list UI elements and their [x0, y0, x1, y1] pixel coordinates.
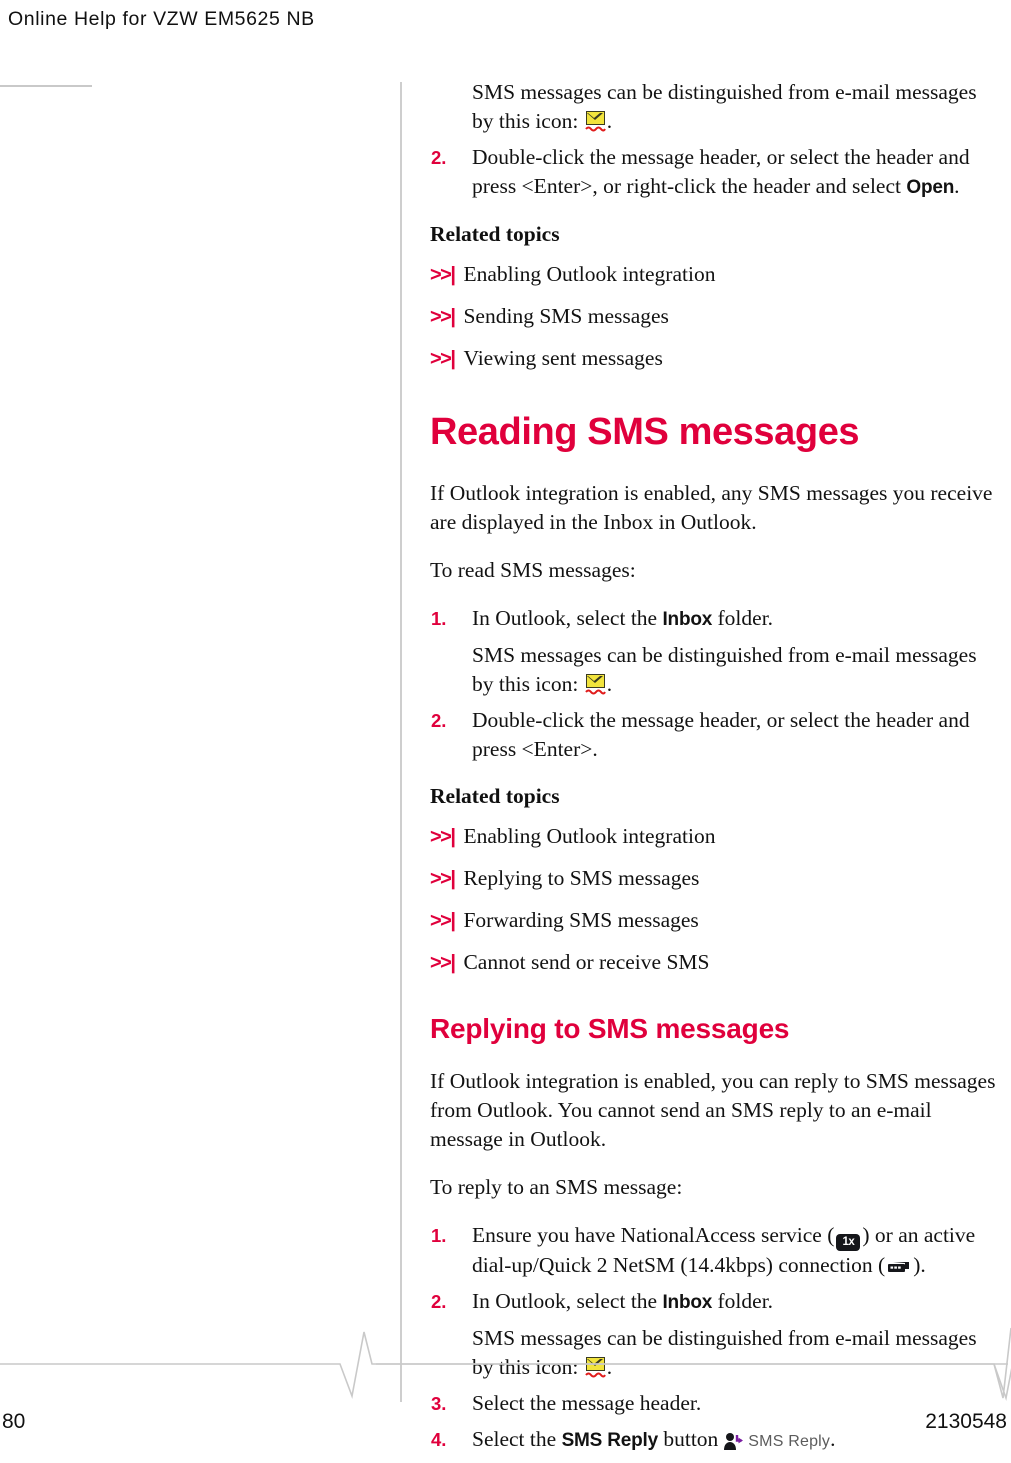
related-topic-link[interactable]: >>| Enabling Outlook integration: [430, 823, 1000, 851]
ui-term-open: Open: [906, 177, 955, 198]
related-topic-link[interactable]: >>| Replying to SMS messages: [430, 865, 1000, 893]
step-item: 2. Double-click the message header, or s…: [430, 143, 1000, 202]
related-topic-label: Sending SMS messages: [463, 304, 669, 328]
step-number: 2.: [431, 1291, 447, 1312]
step-continuation-label: SMS messages can be distinguished from e…: [472, 80, 977, 133]
step-text-a: Double-click the message header, or sele…: [472, 145, 970, 198]
step-number: 2.: [431, 710, 447, 731]
column-divider: [400, 82, 402, 1402]
envelope-flap-fill: [588, 112, 601, 118]
step-number: 1.: [431, 608, 447, 629]
related-topic-link[interactable]: >>| Enabling Outlook integration: [430, 261, 1000, 289]
step-continuation-text: SMS messages can be distinguished from e…: [430, 78, 1000, 136]
left-margin-rule: [0, 85, 92, 87]
related-topic-link[interactable]: >>| Cannot send or receive SMS: [430, 949, 1000, 977]
page-title-reading-sms: Reading SMS messages: [430, 411, 860, 453]
sms-envelope-icon: [584, 111, 606, 132]
link-arrow-icon: >>|: [430, 348, 456, 370]
link-arrow-icon: >>|: [430, 306, 456, 328]
related-topic-label: Viewing sent messages: [463, 346, 663, 370]
related-topic-label: Enabling Outlook integration: [463, 262, 716, 286]
related-topic-label: Forwarding SMS messages: [463, 908, 699, 932]
period: .: [606, 672, 613, 696]
related-topic-link[interactable]: >>| Sending SMS messages: [430, 303, 1000, 331]
step-item: 4. Select the SMS Reply button SMS Reply.: [430, 1425, 1000, 1456]
step-text-a: Select the: [472, 1427, 562, 1451]
step-item: 2. In Outlook, select the Inbox folder.: [430, 1287, 1000, 1317]
ui-term-inbox: Inbox: [662, 1292, 713, 1313]
ui-term-inbox: Inbox: [662, 609, 713, 630]
step-text-a: Ensure you have NationalAccess service (: [472, 1223, 835, 1247]
main-text-column: SMS messages can be distinguished from e…: [430, 78, 1000, 1463]
related-topic-label: Cannot send or receive SMS: [463, 950, 710, 974]
link-arrow-icon: >>|: [430, 264, 456, 286]
link-arrow-icon: >>|: [430, 952, 456, 974]
step-text-b: button: [657, 1427, 719, 1451]
modem-connection-icon: [887, 1254, 911, 1272]
link-arrow-icon: >>|: [430, 868, 456, 890]
related-topics-heading: Related topics: [430, 222, 560, 246]
period: .: [606, 109, 613, 133]
red-squiggle-underline: [584, 126, 606, 132]
intro-paragraph: If Outlook integration is enabled, you c…: [430, 1069, 996, 1151]
running-header: Online Help for VZW EM5625 NB: [8, 8, 315, 30]
related-topic-label: Enabling Outlook integration: [463, 824, 716, 848]
step-text-a: In Outlook, select the: [472, 606, 663, 630]
step-text-c: ).: [913, 1253, 926, 1277]
footer-page-number: 80: [2, 1410, 26, 1433]
procedure-lead-in: To reply to an SMS message:: [430, 1175, 683, 1199]
step-number: 2.: [431, 147, 447, 168]
period: .: [830, 1427, 836, 1451]
envelope-flap-fill: [588, 675, 601, 681]
related-topic-link[interactable]: >>| Forwarding SMS messages: [430, 907, 1000, 935]
step-number: 1.: [431, 1225, 447, 1246]
nationalaccess-1x-icon: 1x: [836, 1234, 861, 1251]
footer-document-number: 2130548: [925, 1410, 1007, 1433]
step-number: 4.: [431, 1429, 447, 1450]
link-arrow-icon: >>|: [430, 910, 456, 932]
procedure-lead-in: To read SMS messages:: [430, 558, 636, 582]
step-item: 1. In Outlook, select the Inbox folder.: [430, 604, 1000, 634]
link-arrow-icon: >>|: [430, 826, 456, 848]
section-title-replying-sms: Replying to SMS messages: [430, 1013, 790, 1044]
step-continuation-text: SMS messages can be distinguished from e…: [430, 641, 1000, 699]
intro-paragraph: If Outlook integration is enabled, any S…: [430, 481, 993, 534]
step-continuation-label: SMS messages can be distinguished from e…: [472, 643, 977, 696]
step-text-b: folder.: [712, 1289, 774, 1313]
step-text-b: .: [954, 174, 960, 198]
step-text-a: In Outlook, select the: [472, 1289, 663, 1313]
step-text: Double-click the message header, or sele…: [472, 708, 970, 761]
related-topic-label: Replying to SMS messages: [463, 866, 700, 890]
footer-waveform-rule: [0, 1327, 1011, 1402]
ui-term-sms-reply: SMS Reply: [561, 1430, 659, 1451]
step-text-b: folder.: [712, 606, 774, 630]
related-topics-heading: Related topics: [430, 784, 560, 808]
sms-envelope-icon: [584, 674, 606, 695]
related-topic-link[interactable]: >>| Viewing sent messages: [430, 345, 1000, 373]
step-item: 1. Ensure you have NationalAccess servic…: [430, 1221, 1000, 1280]
red-squiggle-underline: [584, 689, 606, 695]
step-item: 2. Double-click the message header, or s…: [430, 706, 1000, 764]
